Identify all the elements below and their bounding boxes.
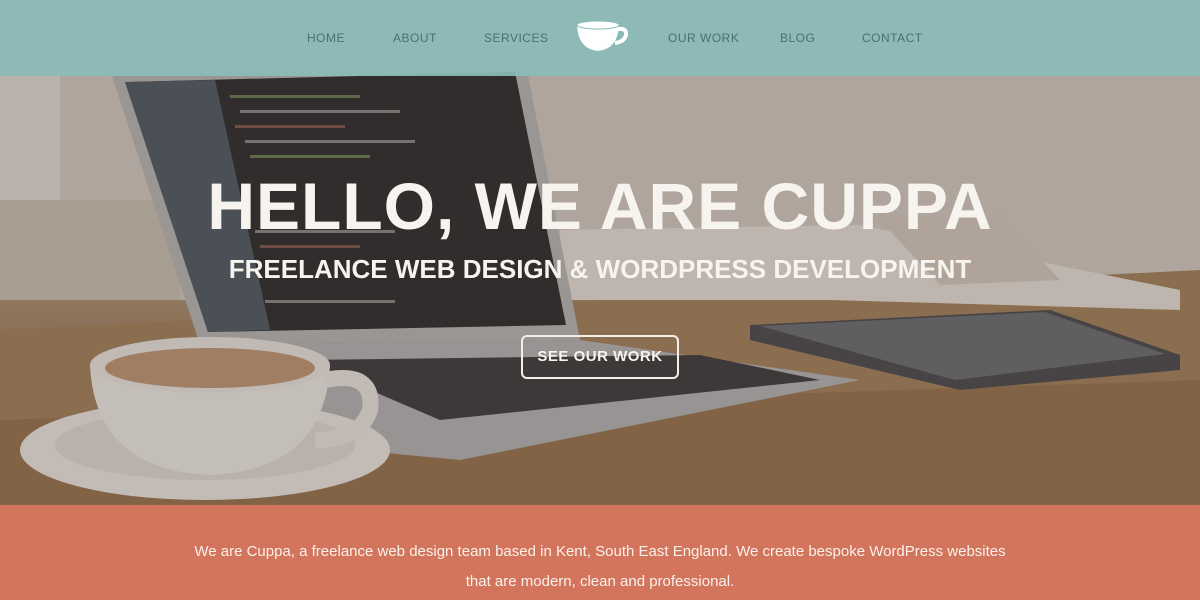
intro-text: We are Cuppa, a freelance web design tea… [100, 537, 1100, 597]
intro-section: We are Cuppa, a freelance web design tea… [0, 505, 1200, 600]
hero-title: HELLO, WE ARE CUPPA [207, 169, 993, 243]
intro-text-line-1: We are Cuppa, a freelance web design tea… [194, 543, 1006, 560]
page: HELLO, WE ARE CUPPA FREELANCE WEB DESIGN… [0, 0, 1200, 600]
nav-item-contact[interactable]: CONTACT [862, 31, 923, 45]
nav-item-services[interactable]: SERVICES [484, 31, 548, 45]
nav-item-home[interactable]: HOME [307, 31, 345, 45]
intro-text-line-2: that are modern, clean and professional. [465, 573, 735, 590]
nav-item-about[interactable]: ABOUT [393, 31, 437, 45]
hero-subtitle: FREELANCE WEB DESIGN & WORDPRESS DEVELOP… [228, 254, 972, 284]
nav-item-our-work[interactable]: OUR WORK [668, 31, 739, 45]
nav-item-blog[interactable]: BLOG [780, 31, 815, 45]
main-nav: HOME ABOUT SERVICES OUR WORK BLOG CONTAC… [0, 0, 1200, 76]
teacup-icon[interactable] [574, 19, 628, 55]
see-our-work-button[interactable]: SEE OUR WORK [521, 335, 679, 379]
